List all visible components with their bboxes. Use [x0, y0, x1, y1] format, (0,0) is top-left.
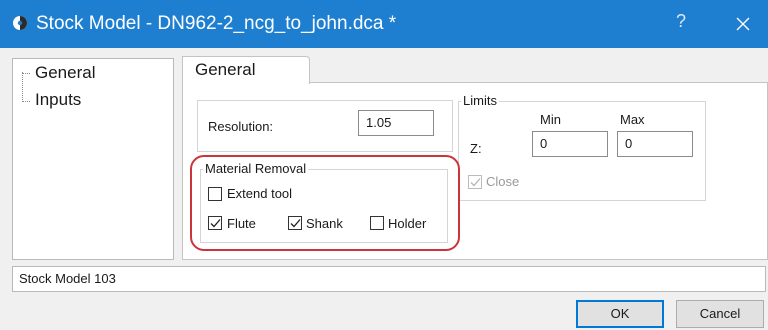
- close-label: Close: [486, 174, 520, 189]
- limits-z-label: Z:: [470, 141, 482, 156]
- resolution-label: Resolution:: [208, 119, 274, 134]
- close-checkbox[interactable]: [468, 175, 482, 189]
- stock-model-name-field[interactable]: Stock Model 103: [12, 266, 766, 292]
- navigation-tree: General Inputs: [12, 58, 174, 260]
- tab-general-label: General: [195, 60, 256, 79]
- holder-label: Holder: [388, 216, 427, 231]
- app-icon: [13, 16, 27, 30]
- holder-checkbox[interactable]: [370, 216, 384, 230]
- material-removal-title: Material Removal: [203, 161, 309, 176]
- z-min-input[interactable]: 0: [532, 131, 608, 157]
- help-button[interactable]: ?: [676, 11, 686, 32]
- tree-guide-line: [22, 73, 30, 74]
- extend-tool-checkbox[interactable]: [208, 187, 222, 201]
- close-button[interactable]: [728, 10, 758, 38]
- resolution-input[interactable]: 1.05: [358, 110, 434, 136]
- tree-guide-line: [22, 101, 30, 102]
- flute-checkbox[interactable]: [208, 216, 222, 230]
- limits-title: Limits: [461, 93, 499, 108]
- limits-min-header: Min: [540, 112, 561, 127]
- cancel-button[interactable]: Cancel: [676, 300, 764, 328]
- tree-item-general[interactable]: General: [35, 63, 95, 83]
- window-title: Stock Model - DN962-2_ncg_to_john.dca *: [36, 13, 397, 34]
- extend-tool-label: Extend tool: [227, 186, 293, 201]
- tree-item-inputs[interactable]: Inputs: [35, 90, 81, 110]
- checkmark-icon: [470, 178, 481, 187]
- shank-checkbox[interactable]: [288, 216, 302, 230]
- shank-label: Shank: [306, 216, 343, 231]
- material-removal-group: [200, 169, 448, 243]
- z-max-input[interactable]: 0: [617, 131, 693, 157]
- checkmark-icon: [210, 219, 221, 228]
- limits-max-header: Max: [620, 112, 645, 127]
- title-bar: Stock Model - DN962-2_ncg_to_john.dca * …: [0, 0, 768, 48]
- tab-general[interactable]: General: [182, 56, 310, 84]
- ok-button[interactable]: OK: [576, 300, 664, 328]
- close-icon: [736, 17, 750, 31]
- tree-guide-line: [22, 72, 24, 102]
- checkmark-icon: [290, 219, 301, 228]
- flute-label: Flute: [227, 216, 256, 231]
